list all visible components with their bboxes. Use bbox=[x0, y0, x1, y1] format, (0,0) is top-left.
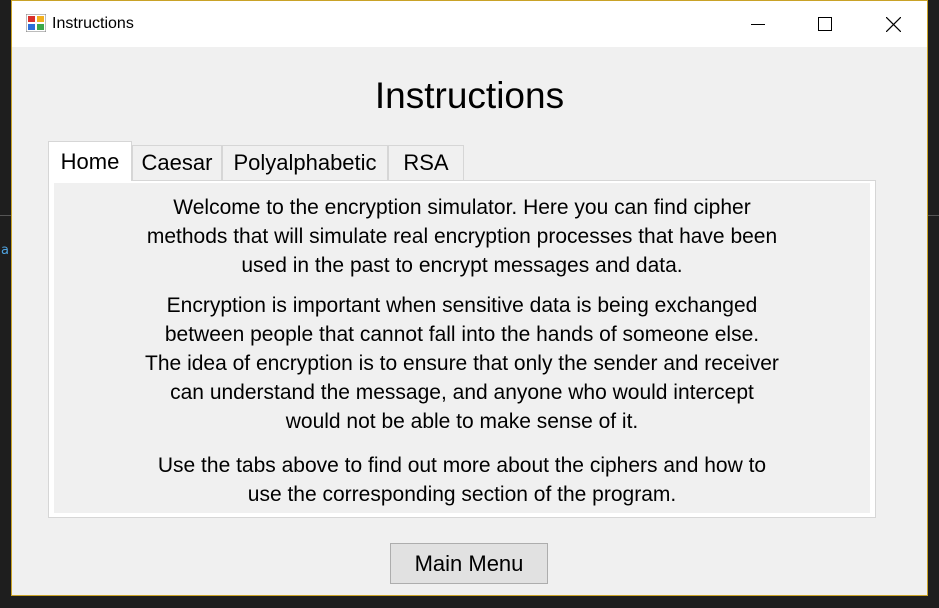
paragraph-line: Welcome to the encryption simulator. Her… bbox=[173, 196, 751, 219]
paragraph-line: methods that will simulate real encrypti… bbox=[146, 225, 778, 248]
paragraph-line: Encryption is important when sensitive d… bbox=[166, 294, 758, 317]
maximize-icon bbox=[818, 17, 832, 31]
page-title: Instructions bbox=[374, 75, 565, 116]
paragraph-line: between people that cannot fall into the… bbox=[164, 323, 760, 346]
paragraph-line: used in the past to encrypt messages and… bbox=[241, 254, 683, 277]
background-divider bbox=[928, 215, 939, 216]
maximize-button[interactable] bbox=[802, 1, 848, 47]
paragraph-line: The idea of encryption is to ensure that… bbox=[145, 352, 779, 375]
minimize-icon bbox=[751, 24, 765, 25]
close-button[interactable] bbox=[870, 1, 916, 47]
close-icon bbox=[885, 16, 901, 32]
minimize-button[interactable] bbox=[735, 1, 781, 47]
tab-caesar[interactable]: Caesar bbox=[132, 145, 222, 180]
instructions-text-area: Welcome to the encryption simulator. Her… bbox=[54, 183, 870, 513]
tab-rsa[interactable]: RSA bbox=[388, 145, 464, 180]
title-bar[interactable]: Instructions bbox=[12, 1, 927, 47]
background-text: a bbox=[1, 243, 9, 258]
encryption-importance-paragraph: Encryption is important when sensitive d… bbox=[54, 291, 870, 436]
paragraph-line: can understand the message, and anyone w… bbox=[170, 381, 754, 404]
tab-home[interactable]: Home bbox=[48, 141, 132, 181]
welcome-paragraph: Welcome to the encryption simulator. Her… bbox=[54, 193, 870, 280]
paragraph-line: would not be able to make sense of it. bbox=[285, 410, 639, 433]
paragraph-line: Use the tabs above to find out more abou… bbox=[157, 454, 767, 477]
app-icon bbox=[26, 14, 46, 32]
paragraph-line: use the corresponding section of the pro… bbox=[247, 483, 677, 506]
tab-polyalphabetic[interactable]: Polyalphabetic bbox=[222, 145, 388, 180]
window-title: Instructions bbox=[52, 15, 134, 32]
instructions-window: Instructions Instructions Home Caesar Po… bbox=[11, 0, 928, 596]
main-menu-button[interactable]: Main Menu bbox=[390, 543, 548, 584]
home-tab-panel: Welcome to the encryption simulator. Her… bbox=[48, 180, 876, 518]
tabs-help-paragraph: Use the tabs above to find out more abou… bbox=[54, 451, 870, 509]
